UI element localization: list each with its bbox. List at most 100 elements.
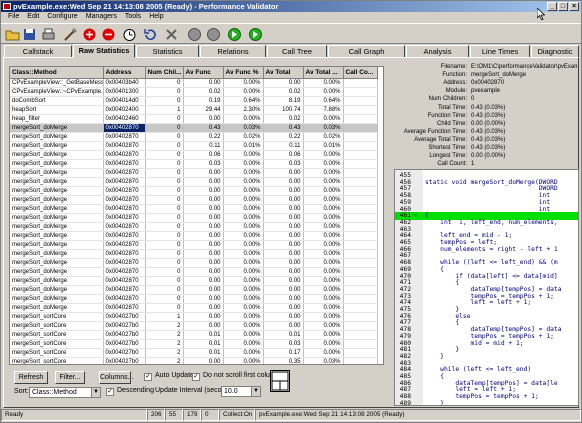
column-header[interactable]: Av Func % — [223, 67, 264, 79]
menu-file[interactable]: File — [4, 12, 23, 22]
chevron-down-icon[interactable]: ▼ — [91, 388, 100, 397]
chevron-down-icon[interactable]: ▼ — [251, 387, 260, 396]
table-row[interactable]: CPvExampleView::~CPvExample... 0x00401300… — [10, 87, 378, 97]
table-row[interactable]: mergeSort_doMerge 0x00402870 0 0.00 0.00% 0.0… — [10, 168, 378, 178]
print-icon[interactable] — [41, 27, 56, 42]
table-row[interactable]: mergeSort_sortCore 0x004027b0 2 0.00 0.00% 0.… — [10, 357, 378, 364]
table-row[interactable]: mergeSort_doMerge 0x00402870 0 0.00 0.00% 0.0… — [10, 222, 378, 232]
table-cell: 0x00403b40 — [103, 78, 146, 88]
table-cell: mergeSort_doMerge — [10, 177, 104, 187]
table-cell: 0 — [145, 213, 184, 223]
column-header[interactable]: Av Total ... — [303, 67, 344, 79]
column-header[interactable]: Num Chil... — [145, 67, 184, 79]
auto-update-checkbox[interactable]: ✓ — [144, 373, 152, 381]
menu-edit[interactable]: Edit — [23, 12, 43, 22]
table-row[interactable]: mergeSort_doMerge 0x00402870 0 0.00 0.00% 0.0… — [10, 213, 378, 223]
timer-icon[interactable] — [122, 27, 137, 42]
refresh-icon[interactable] — [143, 27, 158, 42]
table-cell: 0x00402870 — [103, 195, 146, 205]
table-cell: 0.00 — [263, 285, 304, 295]
update-interval-select[interactable]: 10.0 ▼ — [221, 386, 261, 397]
table-row[interactable]: mergeSort_doMerge 0x00402870 0 0.00 0.00% 0.0… — [10, 231, 378, 241]
open-folder-icon[interactable] — [5, 27, 20, 42]
column-header[interactable]: Av Total — [263, 67, 304, 79]
minimize-button[interactable]: _ — [547, 2, 557, 11]
table-cell: 0.00 — [263, 258, 304, 268]
table-row[interactable]: mergeSort_sortCore 0x004027b0 1 0.00 0.00% 0.… — [10, 312, 378, 322]
table-row[interactable]: mergeSort_doMerge 0x00402870 0 0.00 0.00% 0.0… — [10, 258, 378, 268]
table-cell: 0 — [145, 249, 184, 259]
save-icon[interactable] — [22, 27, 37, 42]
descending-checkbox[interactable]: ✓ — [106, 388, 114, 396]
table-row[interactable]: mergeSort_doMerge 0x00402870 0 0.43 0.03% 0.4… — [10, 123, 378, 133]
table-row[interactable]: doCombSort 0x004014d0 0 0.19 0.64% 8.19 0.64% — [10, 96, 378, 106]
menu-tools[interactable]: Tools — [121, 12, 145, 22]
table-cell: 0 — [145, 132, 184, 142]
go-icon[interactable] — [248, 27, 263, 42]
table-cell: 0.00% — [223, 87, 264, 97]
table-cell: 0.00% — [303, 339, 344, 349]
remove-icon[interactable] — [101, 27, 116, 42]
grid-vertical-scrollbar[interactable] — [383, 144, 384, 365]
table-row[interactable]: mergeSort_sortCore 0x004027b0 2 0.01 0.00% 0.… — [10, 348, 378, 358]
sort-select[interactable]: Class::Method ▼ — [29, 387, 101, 398]
menu-configure[interactable]: Configure — [43, 12, 81, 22]
table-row[interactable]: mergeSort_sortCore 0x004027b0 2 0.00 0.00% 0.… — [10, 321, 378, 331]
add-icon[interactable] — [82, 27, 97, 42]
table-row[interactable]: mergeSort_doMerge 0x00402870 0 0.00 0.00% 0.0… — [10, 186, 378, 196]
table-row[interactable]: mergeSort_doMerge 0x00402870 0 0.00 0.00% 0.0… — [10, 276, 378, 286]
tab-raw-statistics[interactable]: Raw Statistics — [73, 44, 135, 58]
go-icon[interactable] — [227, 27, 242, 42]
table-cell — [343, 222, 378, 232]
table-row[interactable]: mergeSort_doMerge 0x00402870 0 0.11 0.01% 0.1… — [10, 141, 378, 151]
method-tool-icon[interactable] — [63, 27, 78, 42]
source-code-view[interactable]: 455 456 static void mergeSort_doMerge(DWOR… — [394, 169, 579, 406]
record-icon[interactable] — [206, 27, 221, 42]
table-row[interactable]: mergeSort_sortCore 0x004027b0 2 0.01 0.00% 0.… — [10, 330, 378, 340]
table-cell: 0x00402870 — [103, 186, 146, 196]
table-row[interactable]: mergeSort_doMerge 0x00402870 0 0.06 0.00% 0.0… — [10, 150, 378, 160]
maximize-button[interactable]: □ — [558, 2, 568, 11]
table-row[interactable]: mergeSort_doMerge 0x00402870 0 0.00 0.00% 0.0… — [10, 195, 378, 205]
menu-help[interactable]: Help — [145, 12, 167, 22]
table-cell: 0 — [145, 267, 184, 277]
info-value: 0 — [471, 96, 475, 103]
no-scroll-first-column-checkbox[interactable]: ✓ — [192, 373, 200, 381]
table-row[interactable]: mergeSort_doMerge 0x00402870 0 0.00 0.00% 0.0… — [10, 267, 378, 277]
column-header[interactable]: Class::Method — [10, 67, 104, 79]
table-row[interactable]: heap_filter 0x00402460 0 0.00 0.00% 0.02 0.00% — [10, 114, 378, 124]
column-header[interactable]: Av Func — [183, 67, 224, 79]
column-header[interactable]: Address — [103, 67, 146, 79]
layout-toggle-icon[interactable] — [270, 370, 290, 392]
table-row[interactable]: mergeSort_sortCore 0x004027b0 2 0.01 0.00% 0.… — [10, 339, 378, 349]
refresh-button[interactable]: Refresh — [14, 371, 48, 384]
table-row[interactable]: CPvExampleView::_GetBaseMess... 0x00403b4… — [10, 78, 378, 88]
table-row[interactable]: mergeSort_doMerge 0x00402870 0 0.00 0.00% 0.0… — [10, 249, 378, 259]
tools-icon[interactable] — [164, 27, 179, 42]
table-row[interactable]: mergeSort_doMerge 0x00402870 0 0.22 0.02% 0.2… — [10, 132, 378, 142]
table-cell: 0.00% — [303, 240, 344, 250]
column-header[interactable]: Call Co... — [343, 67, 378, 79]
table-cell: 0.00% — [223, 285, 264, 295]
table-cell: 0 — [145, 159, 184, 169]
menu-managers[interactable]: Managers — [82, 12, 121, 22]
table-row[interactable]: mergeSort_doMerge 0x00402870 0 0.00 0.00% 0.0… — [10, 204, 378, 214]
table-row[interactable]: mergeSort_doMerge 0x00402870 0 0.00 0.00% 0.0… — [10, 303, 378, 313]
table-cell: 0.00 — [183, 222, 224, 232]
table-cell: 0.02% — [223, 132, 264, 142]
record-icon[interactable] — [187, 27, 202, 42]
close-button[interactable]: × — [569, 2, 579, 11]
raw-statistics-grid[interactable]: Class::Method Address Num Chil... Av Func Av… — [9, 66, 384, 365]
table-cell: mergeSort_doMerge — [10, 204, 104, 214]
table-row[interactable]: mergeSort_doMerge 0x00402870 0 0.00 0.00% 0.0… — [10, 285, 378, 295]
table-cell: 0.00 — [263, 78, 304, 88]
filter-button[interactable]: Filter... — [55, 371, 85, 384]
table-row[interactable]: heapSort 0x00402400 1 29.44 2.30% 100.74 7.88% — [10, 105, 378, 115]
columns-button[interactable]: Columns... — [99, 371, 133, 384]
table-cell: 2 — [145, 348, 184, 358]
table-row[interactable]: mergeSort_doMerge 0x00402870 0 0.00 0.00% 0.0… — [10, 240, 378, 250]
table-row[interactable]: mergeSort_doMerge 0x00402870 0 0.00 0.00% 0.0… — [10, 177, 378, 187]
table-row[interactable]: mergeSort_doMerge 0x00402870 0 0.00 0.00% 0.0… — [10, 294, 378, 304]
table-cell: 8.19 — [263, 96, 304, 106]
table-row[interactable]: mergeSort_doMerge 0x00402870 0 0.03 0.00% 0.0… — [10, 159, 378, 169]
